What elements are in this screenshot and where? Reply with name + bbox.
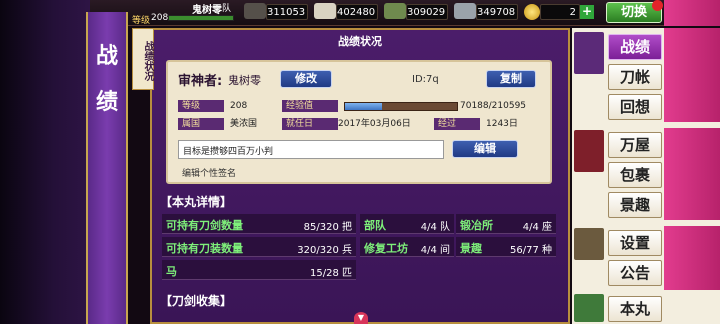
exp-bar-fill [345, 103, 383, 110]
signature-hint: 编辑个性签名 [182, 169, 237, 179]
table-row: 锻冶所 4/4 座 [456, 214, 556, 234]
level-label: 等级 [132, 16, 151, 26]
coolant-icon [384, 3, 406, 19]
level-bar [168, 15, 234, 21]
player-name: 鬼树零 [192, 5, 222, 16]
row-key: 可持有刀装数量 [166, 242, 243, 255]
appointed-value: 2017年03月06日 [338, 119, 411, 129]
steel-icon [314, 3, 336, 19]
exp-value: 70188/210595 [460, 101, 527, 111]
section-banner: 战 绩 [86, 12, 128, 324]
pink-strip-1 [664, 28, 720, 122]
country-label: 属国 [178, 118, 224, 130]
nav-scenery[interactable]: 景趣 [608, 192, 662, 218]
row-key: 景趣 [460, 242, 482, 255]
row-value: 56/77 种 [510, 245, 552, 256]
collection-title: 【刀剑收集】 [160, 294, 233, 308]
flag-icon: 队 [222, 4, 232, 14]
record-book-icon [574, 32, 604, 74]
settings-board-icon [574, 228, 604, 260]
coin-icon [524, 4, 540, 20]
banner-char-1: 战 [95, 43, 118, 69]
details-title: 【本丸详情】 [160, 195, 233, 209]
table-row: 可持有刀装数量 320/320 兵 [162, 237, 356, 257]
name-label: 审神者: [178, 74, 223, 89]
panel-title: 战绩状况 [338, 35, 382, 48]
row-value: 15/28 匹 [310, 268, 352, 279]
row-key: 马 [166, 265, 177, 278]
row-key: 部队 [364, 219, 386, 232]
coin-count: 2 [540, 4, 580, 20]
pink-top-strip [664, 0, 720, 26]
nav-notice[interactable]: 公告 [608, 260, 662, 286]
notification-badge [652, 0, 663, 11]
level-field-value: 208 [230, 101, 248, 111]
pink-strip-3 [664, 226, 720, 290]
row-value: 4/4 队 [420, 222, 450, 233]
banner-char-2: 绩 [95, 89, 118, 115]
nav-recollection[interactable]: 回想 [608, 94, 662, 120]
whetstone-icon [454, 3, 476, 19]
country-value: 美浓国 [230, 119, 258, 129]
signature-field[interactable]: 目标是攒够四百万小判 [178, 140, 444, 159]
castle-icon [574, 294, 604, 322]
resource-steel: 402480 [336, 4, 378, 20]
elapsed-value: 1243日 [486, 119, 518, 129]
row-key: 可持有刀剑数量 [166, 219, 243, 232]
nav-record[interactable]: 战绩 [608, 34, 662, 60]
row-value: 4/4 间 [420, 245, 450, 256]
signature-text: 目标是攒够四百万小判 [183, 147, 274, 157]
level-value: 208 [151, 13, 169, 23]
profile-card: 审神者: 鬼树零 修改 ID:7q 复制 等级 208 经验值 70188/21… [166, 60, 552, 184]
name-value: 鬼树零 [228, 74, 261, 87]
appointed-label: 就任日 [282, 118, 338, 130]
copy-button[interactable]: 复制 [486, 70, 536, 88]
row-value: 4/4 座 [522, 222, 552, 233]
panel-side-tag: 战绩状况 [132, 28, 154, 90]
nav-bag[interactable]: 包裹 [608, 162, 662, 188]
resource-coolant: 309029 [406, 4, 448, 20]
table-row: 可持有刀剑数量 85/320 把 [162, 214, 356, 234]
row-key: 锻冶所 [460, 219, 493, 232]
nav-home[interactable]: 本丸 [608, 296, 662, 322]
modify-button[interactable]: 修改 [280, 70, 332, 88]
exp-bar [344, 102, 458, 111]
table-row: 修复工坊 4/4 间 [360, 237, 454, 257]
scroll-down-icon[interactable]: ▼ [354, 312, 368, 324]
left-background [0, 0, 90, 324]
player-id: ID:7q [412, 74, 439, 85]
edit-button[interactable]: 编辑 [452, 140, 518, 158]
nav-sword-book[interactable]: 刀帐 [608, 64, 662, 90]
resource-whetstone: 349708 [476, 4, 518, 20]
pink-strip-2 [664, 128, 720, 220]
add-coin-button[interactable]: + [580, 5, 594, 19]
nav-settings[interactable]: 设置 [608, 230, 662, 256]
shop-icon [574, 130, 604, 172]
table-row: 马 15/28 匹 [162, 260, 356, 280]
table-row: 部队 4/4 队 [360, 214, 454, 234]
level-field-label: 等级 [178, 100, 224, 112]
row-value: 85/320 把 [303, 222, 352, 233]
table-row: 景趣 56/77 种 [456, 237, 556, 257]
exp-label: 经验值 [282, 100, 338, 112]
resource-charcoal: 311053 [266, 4, 308, 20]
game-screen: 鬼树零 队 等级 208 311053 402480 309029 349708… [0, 0, 720, 324]
row-key: 修复工坊 [364, 242, 408, 255]
charcoal-icon [244, 3, 266, 19]
nav-shop[interactable]: 万屋 [608, 132, 662, 158]
elapsed-label: 经过 [434, 118, 480, 130]
row-value: 320/320 兵 [297, 245, 352, 256]
